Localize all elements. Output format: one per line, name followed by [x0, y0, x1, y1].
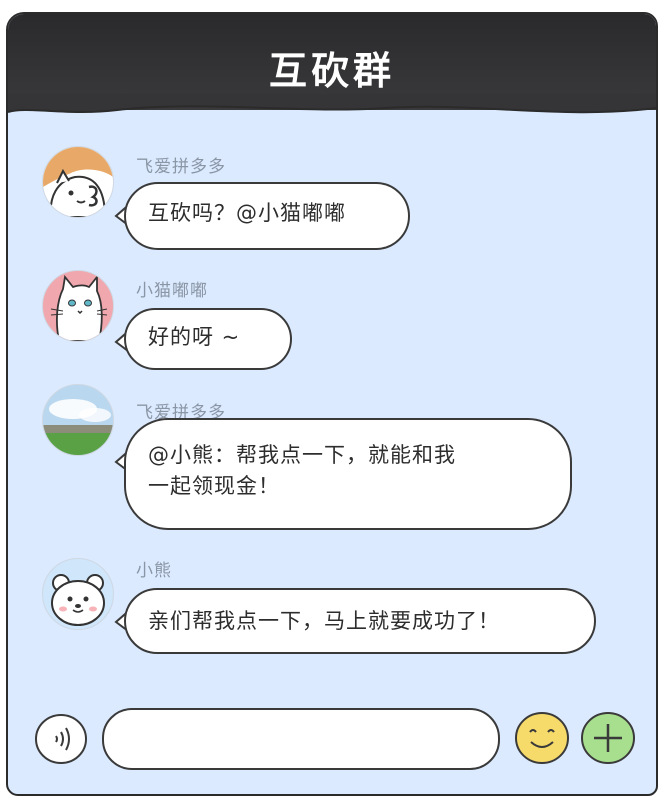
sender-name: 小猫嘟嘟	[136, 281, 208, 301]
avatar-bear[interactable]	[42, 558, 114, 630]
group-title: 互砍群	[268, 49, 395, 93]
header-wave	[8, 94, 656, 114]
landscape-photo-icon	[43, 385, 113, 455]
sender-name: 飞爱拼多多	[136, 157, 226, 177]
message-text-line: 一起领现金！	[148, 474, 280, 498]
polar-bear-icon	[51, 574, 105, 626]
voice-button[interactable]	[34, 712, 88, 766]
avatar-boy[interactable]	[42, 146, 114, 218]
message-bubble[interactable]: 好的呀 ~	[124, 308, 292, 370]
message-bubble[interactable]: 亲们帮我点一下，马上就要成功了！	[124, 588, 596, 654]
message-bubble[interactable]: 互砍吗？@小猫嘟嘟	[124, 182, 410, 250]
message-text: 亲们帮我点一下，马上就要成功了！	[148, 609, 500, 633]
emoji-button[interactable]	[514, 710, 570, 766]
smiley-icon	[515, 712, 569, 764]
boy-cartoon-icon	[43, 147, 113, 217]
message-text: 互砍吗？@小猫嘟嘟	[148, 201, 346, 225]
message-input[interactable]	[102, 708, 500, 770]
avatar-landscape[interactable]	[42, 384, 114, 456]
plus-icon	[581, 712, 635, 764]
message-bubble[interactable]: @小熊：帮我点一下，就能和我 一起领现金！	[124, 418, 572, 530]
message-text: 好的呀 ~	[148, 325, 241, 349]
sender-name: 小熊	[136, 561, 172, 581]
avatar-cat[interactable]	[42, 270, 114, 342]
voice-icon	[35, 714, 87, 764]
add-button[interactable]	[580, 710, 636, 766]
white-cat-icon	[50, 274, 108, 341]
chat-window: 互砍群 飞爱拼多多 互砍吗？@小猫嘟嘟 小猫嘟嘟 好的呀 ~ 飞爱拼多多 @小熊…	[6, 12, 658, 796]
message-text-line: @小熊：帮我点一下，就能和我	[148, 443, 456, 467]
